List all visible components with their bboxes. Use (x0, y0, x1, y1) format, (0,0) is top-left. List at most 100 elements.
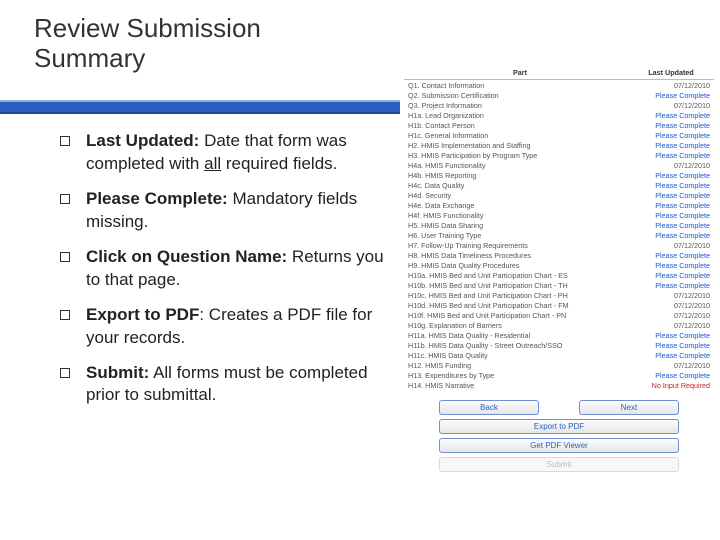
part-name-link[interactable]: H13. Expenditures by Type (408, 371, 632, 380)
status-cell: No Input Required (632, 381, 710, 390)
list-item: Export to PDF: Creates a PDF file for yo… (60, 304, 400, 350)
table-row: H10a. HMIS Bed and Unit Participation Ch… (404, 270, 714, 280)
part-name-link[interactable]: H1a. Lead Organization (408, 111, 632, 120)
part-name-link[interactable]: H14. HMIS Narrative (408, 381, 632, 390)
status-cell: Please Complete (632, 341, 710, 350)
status-cell: Please Complete (632, 221, 710, 230)
part-name-link[interactable]: H10d. HMIS Bed and Unit Participation Ch… (408, 301, 632, 310)
table-row: H2. HMIS Implementation and StaffingPlea… (404, 140, 714, 150)
next-button[interactable]: Next (579, 400, 679, 415)
part-name-link[interactable]: H11c. HMIS Data Quality (408, 351, 632, 360)
status-cell: 07/12/2010 (632, 311, 710, 320)
part-name-link[interactable]: H8. HMIS Data Timeliness Procedures (408, 251, 632, 260)
table-row: H12. HMIS Funding07/12/2010 (404, 360, 714, 370)
status-cell: Please Complete (632, 111, 710, 120)
table-row: H14. HMIS NarrativeNo Input Required (404, 380, 714, 390)
table-row: Q2. Submission CertificationPlease Compl… (404, 90, 714, 100)
get-pdf-viewer-button[interactable]: Get PDF Viewer (439, 438, 679, 453)
part-name-link[interactable]: H4d. Security (408, 191, 632, 200)
col-part: Part (408, 68, 632, 77)
status-cell: 07/12/2010 (632, 301, 710, 310)
part-name-link[interactable]: H4b. HMIS Reporting (408, 171, 632, 180)
status-cell: 07/12/2010 (632, 291, 710, 300)
part-name-link[interactable]: H10b. HMIS Bed and Unit Participation Ch… (408, 281, 632, 290)
export-pdf-button[interactable]: Export to PDF (439, 419, 679, 434)
part-name-link[interactable]: Q3. Project Information (408, 101, 632, 110)
status-cell: Please Complete (632, 261, 710, 270)
status-cell: Please Complete (632, 211, 710, 220)
status-cell: Please Complete (632, 281, 710, 290)
status-cell: Please Complete (632, 151, 710, 160)
part-name-link[interactable]: H4a. HMIS Functionality (408, 161, 632, 170)
table-row: H3. HMIS Participation by Program TypePl… (404, 150, 714, 160)
accent-bar (0, 100, 400, 114)
table-row: H4d. SecurityPlease Complete (404, 190, 714, 200)
status-cell: 07/12/2010 (632, 361, 710, 370)
status-cell: Please Complete (632, 121, 710, 130)
status-cell: 07/12/2010 (632, 81, 710, 90)
part-name-link[interactable]: H10f. HMIS Bed and Unit Participation Ch… (408, 311, 632, 320)
table-row: H10d. HMIS Bed and Unit Participation Ch… (404, 300, 714, 310)
col-updated: Last Updated (632, 68, 710, 77)
status-cell: Please Complete (632, 351, 710, 360)
table-row: H1c. General InformationPlease Complete (404, 130, 714, 140)
part-name-link[interactable]: H1b. Contact Person (408, 121, 632, 130)
part-name-link[interactable]: H5. HMIS Data Sharing (408, 221, 632, 230)
table-row: H4e. Data ExchangePlease Complete (404, 200, 714, 210)
part-name-link[interactable]: H10g. Explanation of Barriers (408, 321, 632, 330)
part-name-link[interactable]: H4e. Data Exchange (408, 201, 632, 210)
bullet-list: Last Updated: Date that form was complet… (60, 130, 400, 419)
table-row: H11a. HMIS Data Quality - ResidentialPle… (404, 330, 714, 340)
list-item: Click on Question Name: Returns you to t… (60, 246, 400, 292)
table-row: H13. Expenditures by TypePlease Complete (404, 370, 714, 380)
status-cell: Please Complete (632, 131, 710, 140)
table-row: H10b. HMIS Bed and Unit Participation Ch… (404, 280, 714, 290)
status-cell: Please Complete (632, 331, 710, 340)
status-cell: Please Complete (632, 171, 710, 180)
table-row: H7. Follow-Up Training Requirements07/12… (404, 240, 714, 250)
status-cell: Please Complete (632, 201, 710, 210)
table-row: H10f. HMIS Bed and Unit Participation Ch… (404, 310, 714, 320)
table-row: H10c. HMIS Bed and Unit Participation Ch… (404, 290, 714, 300)
table-row: H8. HMIS Data Timeliness ProceduresPleas… (404, 250, 714, 260)
table-row: H11c. HMIS Data QualityPlease Complete (404, 350, 714, 360)
part-name-link[interactable]: Q1. Contact Information (408, 81, 632, 90)
status-cell: Please Complete (632, 271, 710, 280)
part-name-link[interactable]: H4c. Data Quality (408, 181, 632, 190)
status-cell: 07/12/2010 (632, 161, 710, 170)
list-item: Please Complete: Mandatory fields missin… (60, 188, 400, 234)
list-item: Submit: All forms must be completed prio… (60, 362, 400, 408)
list-item: Last Updated: Date that form was complet… (60, 130, 400, 176)
status-cell: 07/12/2010 (632, 321, 710, 330)
part-name-link[interactable]: H4f. HMIS Functionality (408, 211, 632, 220)
status-cell: 07/12/2010 (632, 101, 710, 110)
table-row: H4b. HMIS ReportingPlease Complete (404, 170, 714, 180)
status-cell: 07/12/2010 (632, 241, 710, 250)
table-row: H1b. Contact PersonPlease Complete (404, 120, 714, 130)
table-row: H9. HMIS Data Quality ProceduresPlease C… (404, 260, 714, 270)
table-row: H11b. HMIS Data Quality - Street Outreac… (404, 340, 714, 350)
part-name-link[interactable]: H9. HMIS Data Quality Procedures (408, 261, 632, 270)
back-button[interactable]: Back (439, 400, 539, 415)
part-name-link[interactable]: H11a. HMIS Data Quality - Residential (408, 331, 632, 340)
part-name-link[interactable]: H12. HMIS Funding (408, 361, 632, 370)
status-cell: Please Complete (632, 191, 710, 200)
part-name-link[interactable]: Q2. Submission Certification (408, 91, 632, 100)
nav-button-row: Back Next (404, 400, 714, 415)
part-name-link[interactable]: H6. User Training Type (408, 231, 632, 240)
table-row: H4a. HMIS Functionality07/12/2010 (404, 160, 714, 170)
part-name-link[interactable]: H7. Follow-Up Training Requirements (408, 241, 632, 250)
table-row: H10g. Explanation of Barriers07/12/2010 (404, 320, 714, 330)
part-name-link[interactable]: H10c. HMIS Bed and Unit Participation Ch… (408, 291, 632, 300)
table-row: H5. HMIS Data SharingPlease Complete (404, 220, 714, 230)
part-name-link[interactable]: H11b. HMIS Data Quality - Street Outreac… (408, 341, 632, 350)
part-name-link[interactable]: H10a. HMIS Bed and Unit Participation Ch… (408, 271, 632, 280)
status-cell: Please Complete (632, 91, 710, 100)
part-name-link[interactable]: H3. HMIS Participation by Program Type (408, 151, 632, 160)
part-name-link[interactable]: H1c. General Information (408, 131, 632, 140)
part-name-link[interactable]: H2. HMIS Implementation and Staffing (408, 141, 632, 150)
status-cell: Please Complete (632, 251, 710, 260)
panel-header-row: Part Last Updated (404, 66, 714, 80)
status-cell: Please Complete (632, 371, 710, 380)
submit-button[interactable]: Submit (439, 457, 679, 472)
